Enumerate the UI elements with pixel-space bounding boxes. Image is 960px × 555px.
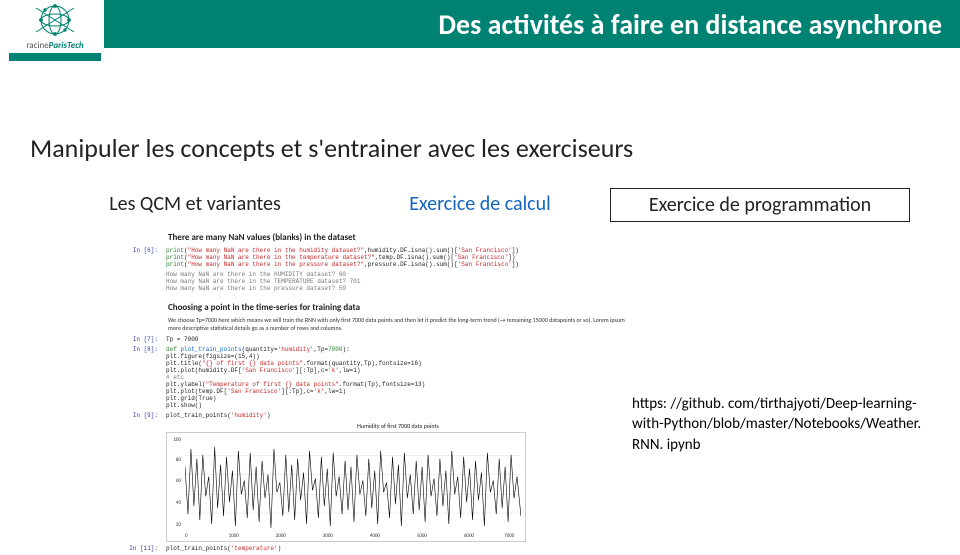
nb-heading-2: Choosing a point in the time-series for …: [168, 302, 630, 313]
logo-tagline-bar: [9, 53, 101, 61]
cell-in-8: In [8]: def plot_train_points(quantity='…: [116, 346, 630, 409]
jupyter-notebook-screenshot: There are many NaN values (blanks) in th…: [108, 228, 638, 555]
logo-brand-racine: racine: [26, 40, 48, 51]
humidity-plot: Humidity of first 7000 data points 20 40…: [166, 422, 630, 542]
section-subtitle: Manipuler les concepts et s'entrainer av…: [30, 132, 633, 164]
logo: racineParisTech: [6, 2, 104, 62]
logo-brand-paristech: ParisTech: [49, 40, 84, 51]
cell-in-11: In [11]: plot_train_points('temperature'…: [116, 545, 630, 552]
slide-title: Des activités à faire en distance asynch…: [438, 7, 942, 42]
logo-network-icon: [30, 2, 80, 38]
cell-in-7: In [7]: Tp = 7000: [116, 336, 630, 343]
title-band: Des activités à faire en distance asynch…: [104, 0, 960, 48]
col-qcm: Les QCM et variantes: [50, 188, 340, 222]
plot-area: 20 40 60 80 100 0 1000 2000 3000 4000 50…: [166, 432, 526, 542]
column-headers: Les QCM et variantes Exercice de calcul …: [0, 188, 960, 222]
plot-title: Humidity of first 7000 data points: [166, 422, 630, 430]
logo-text: racineParisTech: [6, 40, 104, 51]
plot-xaxis: 0 1000 2000 3000 4000 5000 6000 7000: [185, 533, 521, 541]
cell-in-9: In [9]: plot_train_points('humidity'): [116, 412, 630, 419]
citation-url: https: //github. com/tirthajyoti/Deep-le…: [632, 394, 942, 455]
header: Des activités à faire en distance asynch…: [0, 0, 960, 56]
prompt: In [6]:: [116, 247, 166, 268]
plot-yaxis: 20 40 60 80 100: [169, 433, 183, 541]
cell-in-6: In [6]: print("How many NaN are there in…: [116, 247, 630, 268]
col-calcul: Exercice de calcul: [360, 188, 600, 222]
col-programmation: Exercice de programmation: [610, 188, 910, 222]
cell-out-6: How many NaN are there in the HUMIDITY d…: [116, 271, 630, 292]
plot-line: [185, 437, 521, 532]
nb-heading-1: There are many NaN values (blanks) in th…: [168, 232, 630, 243]
nb-description: We choose Tp=7000 here which means we wi…: [168, 317, 630, 333]
